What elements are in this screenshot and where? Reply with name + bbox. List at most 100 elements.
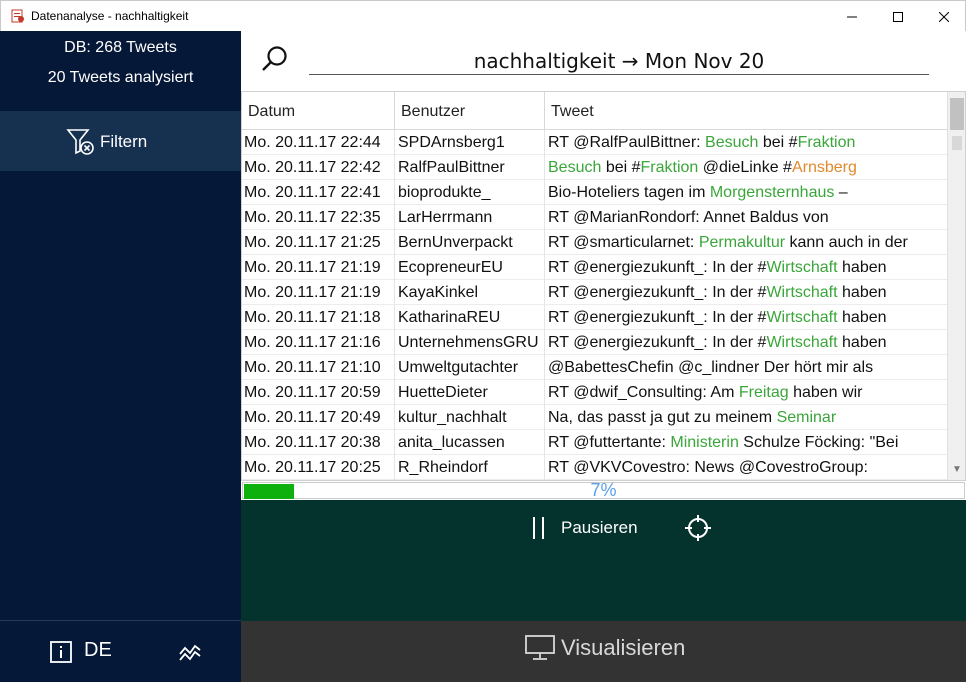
cell-date: Mo. 20.11.17 21:19 — [242, 255, 395, 280]
crosshair-icon[interactable] — [684, 514, 712, 542]
tweet-text: RT @energiezukunft_: In der # — [548, 334, 767, 351]
language-toggle[interactable]: DE — [84, 639, 112, 662]
table-row[interactable]: Mo. 20.11.17 22:42 RalfPaulBittner Besuch … — [242, 155, 947, 180]
filter-remove-icon — [66, 129, 94, 155]
cell-date: Mo. 20.11.17 22:41 — [242, 180, 395, 205]
table-body: Mo. 20.11.17 22:44 SPDArnsberg1 RT @RalfPa… — [242, 130, 947, 480]
maximize-button[interactable] — [875, 1, 921, 32]
close-icon — [939, 11, 949, 22]
cell-tweet: RT @energiezukunft_: In der #Wirtschaft … — [545, 305, 947, 330]
window-title: Datenanalyse - nachhaltigkeit — [31, 9, 189, 23]
cell-user: KayaKinkel — [395, 280, 545, 305]
sidebar: DB: 268 Tweets 20 Tweets analysiert Filt… — [0, 31, 241, 682]
cell-tweet: RT @energiezukunft_: In der #Wirtschaft … — [545, 330, 947, 355]
chart-line-icon[interactable] — [178, 640, 202, 664]
cell-date: Mo. 20.11.17 22:35 — [242, 205, 395, 230]
filter-button[interactable]: Filtern — [0, 111, 241, 171]
table-row[interactable]: Mo. 20.11.17 21:19 KayaKinkel RT @energiez… — [242, 280, 947, 305]
tweet-text: RT @energiezukunft_: In der # — [548, 284, 767, 301]
table-row[interactable]: Mo. 20.11.17 22:44 SPDArnsberg1 RT @RalfPa… — [242, 130, 947, 155]
scrollbar-thumb[interactable] — [950, 98, 964, 130]
cell-date: Mo. 20.11.17 21:18 — [242, 305, 395, 330]
cell-tweet: RT @smarticularnet: Permakultur kann auc… — [545, 230, 947, 255]
table-row[interactable]: Mo. 20.11.17 22:41 bioprodukte_ Bio-Hoteli… — [242, 180, 947, 205]
keyword-highlight: Fraktion — [797, 134, 856, 151]
cell-user: UnternehmensGRU — [395, 330, 545, 355]
keyword-highlight: Ministerin — [670, 434, 739, 451]
progress-label: 7% — [590, 480, 617, 500]
cell-tweet: RT @MarianRondorf: Annet Baldus von — [545, 205, 947, 230]
controls-panel: Pausieren — [241, 500, 966, 621]
pause-button[interactable]: Pausieren — [531, 514, 638, 542]
search-icon[interactable] — [260, 44, 290, 74]
search-input[interactable] — [309, 45, 929, 75]
analyzed-count: 20 Tweets analysiert — [47, 69, 194, 86]
table-row[interactable]: Mo. 20.11.17 21:19 EcopreneurEU RT @energi… — [242, 255, 947, 280]
cell-tweet: @BabettesChefin @c_lindner Der hört mir … — [545, 355, 947, 380]
cell-user: HuetteDieter — [395, 380, 545, 405]
table-row[interactable]: Mo. 20.11.17 20:38 anita_lucassen RT @futt… — [242, 430, 947, 455]
keyword-highlight: Besuch — [548, 159, 602, 176]
close-button[interactable] — [921, 1, 966, 32]
column-header-tweet[interactable]: Tweet — [545, 92, 947, 130]
tweet-text: RT @dwif_Consulting: Am — [548, 384, 739, 401]
cell-date: Mo. 20.11.17 21:25 — [242, 230, 395, 255]
table-row[interactable]: Mo. 20.11.17 21:25 BernUnverpackt RT @smar… — [242, 230, 947, 255]
title-bar: Datenanalyse - nachhaltigkeit — [0, 0, 966, 31]
column-header-date[interactable]: Datum — [242, 92, 395, 130]
keyword-highlight: Freitag — [738, 384, 789, 401]
cell-user: bioprodukte_ — [395, 180, 545, 205]
tweet-text: RT @VKVCovestro: News @CovestroGroup: — [548, 459, 868, 476]
cell-tweet: Besuch bei #Fraktion @dieLinke #Arnsberg — [545, 155, 947, 180]
minimize-button[interactable] — [829, 1, 875, 32]
table-row[interactable]: Mo. 20.11.17 21:16 UnternehmensGRU RT @ene… — [242, 330, 947, 355]
table-row[interactable]: Mo. 20.11.17 22:35 LarHerrmann RT @MarianR… — [242, 205, 947, 230]
scroll-down-arrow-icon[interactable]: ▼ — [952, 464, 962, 475]
maximize-icon — [893, 11, 903, 22]
tweet-text: RT @futtertante: — [548, 434, 671, 451]
cell-tweet: RT @dwif_Consulting: Am Freitag haben wi… — [545, 380, 947, 405]
sidebar-footer: DE — [0, 620, 241, 682]
cell-date: Mo. 20.11.17 21:16 — [242, 330, 395, 355]
column-header-user[interactable]: Benutzer — [395, 92, 545, 130]
cell-tweet: RT @VKVCovestro: News @CovestroGroup: — [545, 455, 947, 480]
progress-area: 7% — [241, 481, 966, 500]
tweet-text: haben — [837, 259, 887, 276]
keyword-highlight: Fraktion — [640, 159, 699, 176]
cell-user: RalfPaulBittner — [395, 155, 545, 180]
keyword-highlight: Morgensternhaus — [709, 184, 835, 201]
pause-icon — [531, 517, 547, 539]
tweet-table: Datum Benutzer Tweet Mo. 20.11.17 22:44 S… — [241, 91, 966, 481]
tweet-text: Bio-Hoteliers tagen im — [548, 184, 710, 201]
table-row[interactable]: Mo. 20.11.17 20:25 R_Rheindorf RT @VKVCove… — [242, 455, 947, 480]
keyword-highlight: Wirtschaft — [766, 284, 838, 301]
keyword-highlight: Wirtschaft — [766, 259, 838, 276]
table-scrollbar[interactable]: ▼ — [947, 92, 965, 480]
scrollbar-track-segment[interactable] — [952, 136, 962, 150]
keyword-highlight: Wirtschaft — [766, 309, 838, 326]
tweet-text: RT @smarticularnet: — [548, 234, 699, 251]
cell-date: Mo. 20.11.17 20:59 — [242, 380, 395, 405]
visualize-label: Visualisieren — [561, 635, 686, 660]
tweet-text: bei # — [601, 159, 641, 176]
pause-label: Pausieren — [561, 518, 638, 537]
table-row[interactable]: Mo. 20.11.17 20:59 HuetteDieter RT @dwif_C… — [242, 380, 947, 405]
cell-tweet: RT @futtertante: Ministerin Schulze Föck… — [545, 430, 947, 455]
table-row[interactable]: Mo. 20.11.17 20:49 kultur_nachhalt Na, das… — [242, 405, 947, 430]
filter-label: Filtern — [100, 132, 148, 151]
tweet-text: @BabettesChefin @c_lindner Der hört mir … — [548, 359, 874, 376]
cell-user: KatharinaREU — [395, 305, 545, 330]
db-count: DB: 268 Tweets — [64, 39, 177, 56]
info-icon[interactable] — [50, 641, 72, 663]
visualize-button[interactable]: Visualisieren — [525, 635, 685, 661]
cell-date: Mo. 20.11.17 22:44 — [242, 130, 395, 155]
keyword-highlight: Arnsberg — [791, 159, 857, 176]
monitor-icon — [525, 635, 555, 660]
tweet-text: haben — [837, 309, 887, 326]
tweet-text: RT @RalfPaulBittner: — [548, 134, 706, 151]
table-row[interactable]: Mo. 20.11.17 21:10 Umweltgutachter @Babett… — [242, 355, 947, 380]
tweet-text: RT @energiezukunft_: In der # — [548, 309, 767, 326]
keyword-highlight: Permakultur — [698, 234, 786, 251]
tweet-text: Schulze Föcking: "Bei — [738, 434, 899, 451]
table-row[interactable]: Mo. 20.11.17 21:18 KatharinaREU RT @energi… — [242, 305, 947, 330]
